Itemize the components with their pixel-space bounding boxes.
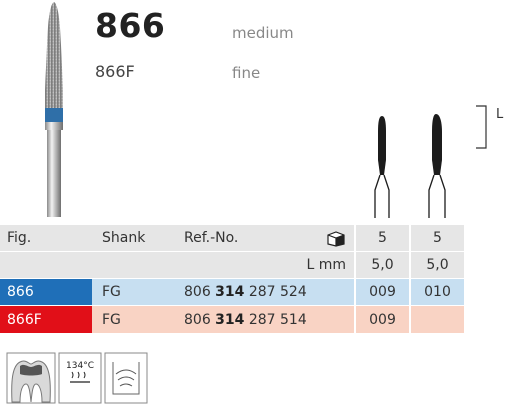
bur-silhouette-1 xyxy=(378,116,386,175)
autoclave-temp-label: 134°C xyxy=(66,361,94,371)
product-table: Fig. Shank Ref.-No. 5 5 L mm 5,0 5,0 866… xyxy=(0,225,464,333)
row-ref: 806 314 287 514 xyxy=(177,306,354,333)
bur-silhouettes xyxy=(374,114,446,218)
package-icon xyxy=(327,231,345,247)
header-pack-1: 5 xyxy=(354,225,409,252)
table-row: 866F FG 806 314 287 514 009 xyxy=(0,306,464,333)
autoclave-icon: 134°C xyxy=(58,352,102,404)
length-value-2: 5,0 xyxy=(409,252,464,279)
row-code-2: 010 xyxy=(409,279,464,306)
usage-icons: 134°C xyxy=(6,352,148,404)
row-code-1: 009 xyxy=(354,306,409,333)
length-value-1: 5,0 xyxy=(354,252,409,279)
row-ref: 806 314 287 524 xyxy=(177,279,354,306)
header-ref: Ref.-No. xyxy=(177,225,354,252)
row-fig: 866 xyxy=(0,279,92,306)
bur-photo xyxy=(45,2,63,217)
row-code-2 xyxy=(409,306,464,333)
grit-fine-label: fine xyxy=(232,64,261,82)
row-code-1: 009 xyxy=(354,279,409,306)
table-header-row: Fig. Shank Ref.-No. 5 5 xyxy=(0,225,464,252)
header-pack-2: 5 xyxy=(409,225,464,252)
row-fig: 866F xyxy=(0,306,92,333)
bur-silhouette-2 xyxy=(432,114,442,175)
table-row: 866 FG 806 314 287 524 009 010 xyxy=(0,279,464,306)
header-fig: Fig. xyxy=(0,225,92,252)
tooth-icon xyxy=(6,352,56,404)
variant-number: 866F xyxy=(95,62,135,81)
grit-medium-label: medium xyxy=(232,24,294,42)
row-shank: FG xyxy=(92,279,177,306)
length-bracket: L xyxy=(476,105,504,149)
product-number: 866 xyxy=(95,6,166,45)
row-shank: FG xyxy=(92,306,177,333)
ultrasonic-bath-icon xyxy=(104,352,148,404)
length-marker-label: L xyxy=(496,107,504,122)
header-shank: Shank xyxy=(92,225,177,252)
length-label: L mm xyxy=(177,252,354,279)
length-row: L mm 5,0 5,0 xyxy=(0,252,464,279)
